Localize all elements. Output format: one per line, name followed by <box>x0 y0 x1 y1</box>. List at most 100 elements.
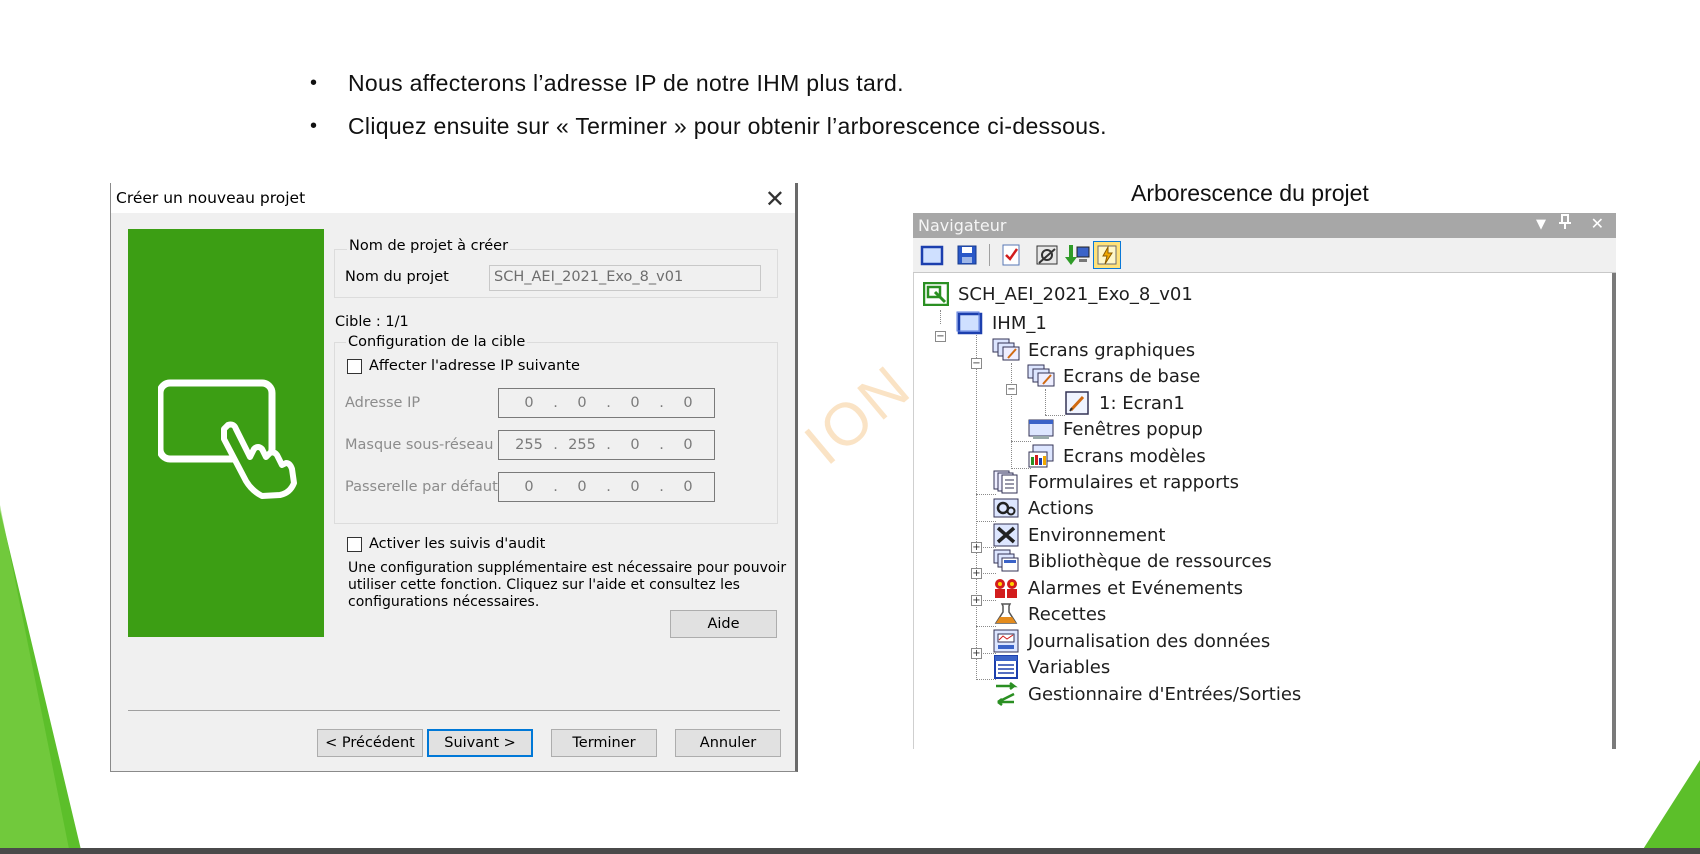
alarms-icon <box>992 576 1020 600</box>
project-name-label: Nom du projet <box>345 269 449 285</box>
base-screens-icon <box>1027 364 1055 388</box>
bullet-item: • Cliquez ensuite sur « Terminer » pour … <box>310 105 1107 148</box>
collapse-toggle[interactable]: − <box>971 358 982 369</box>
close-icon[interactable]: ✕ <box>1591 214 1604 233</box>
tree-item-label: Recettes <box>1028 603 1107 625</box>
variables-icon <box>992 655 1020 679</box>
collapse-toggle[interactable]: − <box>935 331 946 342</box>
tree-item-screen1[interactable]: 1: Ecran1 <box>1063 390 1185 416</box>
ip-octet: 0 <box>524 395 534 411</box>
bullet-glyph: • <box>310 115 318 137</box>
tree-item-ihm[interactable]: IHM_1 <box>956 310 1047 336</box>
download-icon[interactable] <box>1063 241 1091 269</box>
settings-icon[interactable] <box>1033 241 1061 269</box>
dialog-title: Créer un nouveau projet <box>116 189 306 207</box>
bullet-item: • Nous affecterons l’adresse IP de notre… <box>310 62 1107 105</box>
tree-item-graphic-screens[interactable]: Ecrans graphiques <box>992 337 1195 363</box>
audit-description: Une configuration supplémentaire est néc… <box>348 560 787 576</box>
gateway-octet: 0 <box>577 479 587 495</box>
subnet-mask-field[interactable]: 255. 255. 0. 0 <box>498 430 715 460</box>
tree-item-label: Journalisation des données <box>1028 630 1271 652</box>
dialog-titlebar: Créer un nouveau projet ✕ <box>111 183 795 213</box>
tree-connector <box>1011 363 1012 469</box>
bullet-text: Nous affecterons l’adresse IP de notre I… <box>348 70 904 96</box>
io-manager-icon <box>992 682 1020 706</box>
assign-ip-checkbox[interactable] <box>347 359 362 374</box>
wizard-banner <box>128 229 324 637</box>
ip-octet: 0 <box>577 395 587 411</box>
tree-item-io-manager[interactable]: Gestionnaire d'Entrées/Sorties <box>992 681 1301 707</box>
finish-button[interactable]: Terminer <box>551 729 657 757</box>
gateway-label: Passerelle par défaut <box>345 479 498 495</box>
tree-item-label: Gestionnaire d'Entrées/Sorties <box>1028 683 1302 705</box>
tree-item-actions[interactable]: Actions <box>992 495 1094 521</box>
tree-item-label: Formulaires et rapports <box>1028 471 1239 493</box>
transfer-icon[interactable] <box>1093 241 1121 269</box>
subnet-mask-label: Masque sous-réseau <box>345 437 494 453</box>
bullet-text: Cliquez ensuite sur « Terminer » pour ob… <box>348 113 1107 139</box>
tree-heading: Arborescence du projet <box>1131 180 1369 206</box>
tree-item-environment[interactable]: Environnement <box>992 522 1165 548</box>
recipes-icon <box>992 602 1020 626</box>
project-name-field[interactable]: SCH_AEI_2021_Exo_8_v01 <box>489 265 761 291</box>
collapse-toggle[interactable]: − <box>1006 384 1017 395</box>
checklist-icon[interactable] <box>997 241 1025 269</box>
mask-octet: 255 <box>568 437 596 453</box>
gateway-field[interactable]: 0. 0. 0. 0 <box>498 472 715 502</box>
tree-item-popup-windows[interactable]: Fenêtres popup <box>1027 416 1203 442</box>
ip-address-field[interactable]: 0. 0. 0. 0 <box>498 388 715 418</box>
dropdown-icon[interactable]: ▼ <box>1536 217 1546 232</box>
expand-toggle[interactable]: + <box>971 568 982 579</box>
tree-item-base-screens[interactable]: Ecrans de base <box>1027 363 1200 389</box>
ip-octet: 0 <box>683 395 693 411</box>
ip-octet: 0 <box>630 395 640 411</box>
expand-toggle[interactable]: + <box>971 648 982 659</box>
mask-octet: 255 <box>515 437 543 453</box>
tree-item-variables[interactable]: Variables <box>992 654 1110 680</box>
screens-icon <box>992 338 1020 362</box>
tree-item-template-screens[interactable]: Ecrans modèles <box>1027 443 1206 469</box>
tree-item-project[interactable]: SCH_AEI_2021_Exo_8_v01 <box>922 281 1193 307</box>
new-screen-icon[interactable] <box>918 241 946 269</box>
create-project-dialog: Créer un nouveau projet ✕ Nom de projet … <box>110 183 798 772</box>
previous-button[interactable]: < Précédent <box>317 729 423 757</box>
pin-icon[interactable] <box>1558 214 1572 234</box>
tree-item-label: Ecrans graphiques <box>1028 339 1196 361</box>
audit-description: configurations nécessaires. <box>348 594 540 610</box>
forms-icon <box>992 470 1020 494</box>
tree-item-alarms-events[interactable]: Alarmes et Evénements <box>992 575 1243 601</box>
tree-item-label: 1: Ecran1 <box>1099 392 1185 414</box>
help-button[interactable]: Aide <box>670 610 777 638</box>
touch-screen-icon <box>158 379 297 499</box>
navigator-panel: Navigateur ▼ ✕ − − − + + + + SCH_AEI_202… <box>913 213 1616 749</box>
expand-toggle[interactable]: + <box>971 542 982 553</box>
audit-trail-checkbox[interactable] <box>347 537 362 552</box>
tree-item-recipes[interactable]: Recettes <box>992 601 1106 627</box>
tree-item-label: Alarmes et Evénements <box>1028 577 1244 599</box>
library-icon <box>992 549 1020 573</box>
tree-item-forms-reports[interactable]: Formulaires et rapports <box>992 469 1239 495</box>
bullet-glyph: • <box>310 72 318 94</box>
save-icon[interactable] <box>953 241 981 269</box>
navigator-titlebar: Navigateur ▼ ✕ <box>913 213 1616 238</box>
cancel-button[interactable]: Annuler <box>675 729 781 757</box>
slide-bottom-strip <box>0 848 1700 854</box>
tree-item-label: Variables <box>1028 656 1111 678</box>
navigator-toolbar <box>913 238 1616 273</box>
gateway-octet: 0 <box>630 479 640 495</box>
instruction-bullets: • Nous affecterons l’adresse IP de notre… <box>310 62 1107 148</box>
template-screens-icon <box>1027 444 1055 468</box>
tree-item-label: Actions <box>1028 497 1094 519</box>
tree-item-resource-library[interactable]: Bibliothèque de ressources <box>992 548 1272 574</box>
toolbar-separator <box>989 244 990 266</box>
tree-item-data-logging[interactable]: Journalisation des données <box>992 628 1270 654</box>
expand-toggle[interactable]: + <box>971 595 982 606</box>
tree-item-label: Ecrans modèles <box>1063 445 1206 467</box>
close-icon[interactable]: ✕ <box>765 185 785 213</box>
popup-icon <box>1027 417 1055 441</box>
actions-icon <box>992 496 1020 520</box>
next-button[interactable]: Suivant > <box>427 729 533 757</box>
screen-page-icon <box>1063 391 1091 415</box>
dialog-separator <box>128 710 780 711</box>
tree-item-label: Environnement <box>1028 524 1166 546</box>
